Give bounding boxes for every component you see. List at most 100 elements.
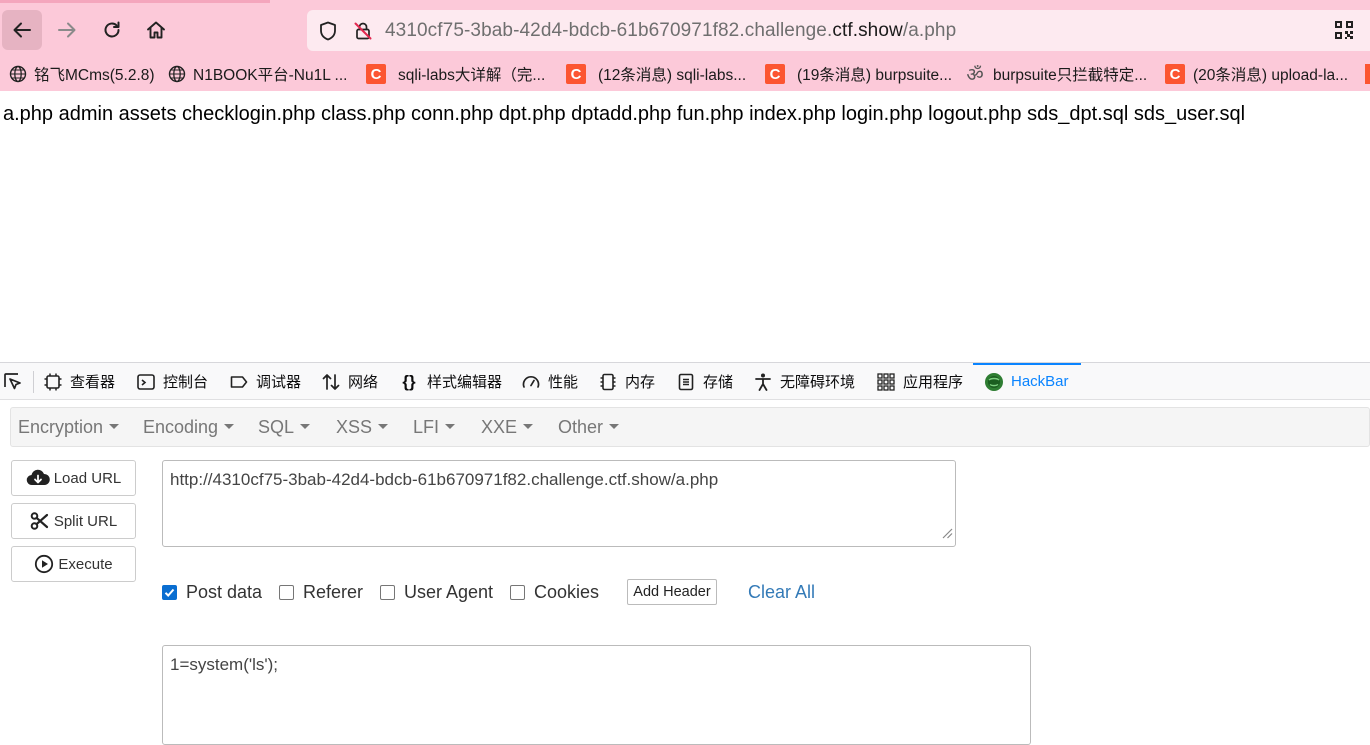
clear-all-link[interactable]: Clear All: [748, 582, 815, 603]
tab-label: 网络: [348, 374, 379, 391]
url-prefix: 4310cf75-3bab-42d4-bdcb-61b670971f82.cha…: [385, 20, 833, 41]
tab-storage[interactable]: 存储: [675, 363, 733, 400]
accessibility-icon: [752, 371, 774, 393]
referer-checkbox[interactable]: [279, 585, 294, 600]
post-data-value: 1=system('ls');: [170, 655, 279, 674]
bookmark-item[interactable]: C (12条消息) sqli-labs...: [566, 62, 746, 86]
cookies-option[interactable]: Cookies: [510, 582, 599, 603]
tab-strip-edge: [0, 0, 270, 3]
menu-xxe[interactable]: XXE: [481, 417, 534, 438]
bookmark-item[interactable]: C (20条消息) upload-la...: [1165, 62, 1348, 86]
om-icon: ॐ: [966, 65, 984, 86]
post-data-option[interactable]: Post data: [162, 582, 262, 603]
hackbar-menu: Encryption Encoding SQL XSS LFI XXE Othe…: [10, 407, 1370, 447]
bookmark-label: N1BOOK平台-Nu1L ...: [193, 67, 348, 84]
tab-style-editor[interactable]: {} 样式编辑器: [397, 363, 502, 400]
bookmarks-toolbar: 铭飞MCms(5.2.8) N1BOOK平台-Nu1L ... C sqli-l…: [0, 60, 1370, 88]
menu-label: LFI: [413, 417, 440, 437]
menu-label: XSS: [336, 417, 373, 437]
csdn-icon: C: [566, 64, 586, 84]
bookmark-item[interactable]: C (19条消息) burpsuite...: [765, 62, 952, 86]
url-path: /a.php: [902, 20, 957, 41]
bookmark-overflow[interactable]: [1365, 62, 1370, 86]
tab-memory[interactable]: 内存: [597, 363, 655, 400]
menu-label: Encoding: [143, 417, 219, 437]
qr-code-icon[interactable]: [1334, 20, 1354, 45]
inspector-icon: [42, 371, 64, 393]
tab-label: 存储: [703, 374, 734, 391]
bookmark-label: (19条消息) burpsuite...: [797, 67, 953, 84]
option-label: Post data: [186, 582, 263, 602]
back-button[interactable]: [2, 10, 42, 50]
button-label: Load URL: [53, 469, 122, 487]
bookmark-item[interactable]: C sqli-labs大详解（完...: [366, 62, 545, 86]
insecure-lock-icon[interactable]: [352, 20, 374, 47]
bookmark-label: 铭飞MCms(5.2.8): [34, 67, 155, 84]
arrow-right-icon: [58, 22, 76, 38]
memory-icon: [597, 371, 619, 393]
bookmark-item[interactable]: N1BOOK平台-Nu1L ...: [167, 62, 347, 86]
tab-network[interactable]: 网络: [320, 363, 378, 400]
tab-performance[interactable]: 性能: [520, 363, 578, 400]
post-data-textarea[interactable]: 1=system('ls');: [162, 645, 1031, 745]
menu-sql[interactable]: SQL: [258, 417, 311, 438]
scissors-icon: [30, 512, 50, 530]
element-picker-icon[interactable]: [2, 371, 24, 398]
shield-icon[interactable]: [317, 20, 339, 47]
load-url-button[interactable]: Load URL: [11, 460, 136, 496]
csdn-icon: C: [765, 64, 785, 84]
network-icon: [320, 371, 342, 393]
menu-encoding[interactable]: Encoding: [143, 417, 235, 438]
button-label: Split URL: [53, 512, 118, 530]
menu-label: SQL: [258, 417, 295, 437]
menu-other[interactable]: Other: [558, 417, 620, 438]
add-header-button[interactable]: Add Header: [627, 579, 717, 605]
tab-accessibility[interactable]: 无障碍环境: [752, 363, 855, 400]
cookies-checkbox[interactable]: [510, 585, 525, 600]
devtools-tab-bar: 查看器 控制台 调试器 网络 {} 样式编辑器 性能 内存 存储 无障碍环境 应…: [0, 363, 1370, 400]
tab-application[interactable]: 应用程序: [875, 363, 963, 400]
bookmark-item[interactable]: ॐ burpsuite只拦截特定...: [965, 62, 1147, 86]
tab-label: HackBar: [1011, 373, 1069, 390]
caret-down-icon: [609, 423, 620, 429]
url-text[interactable]: 4310cf75-3bab-42d4-bdcb-61b670971f82.cha…: [385, 20, 956, 42]
tab-debugger[interactable]: 调试器: [228, 363, 301, 400]
reload-button[interactable]: [92, 10, 132, 50]
style-editor-icon: {}: [402, 371, 416, 391]
menu-label: Encryption: [18, 417, 104, 437]
reload-icon: [104, 21, 120, 38]
user-agent-checkbox[interactable]: [380, 585, 395, 600]
tab-label: 查看器: [70, 374, 116, 391]
split-url-button[interactable]: Split URL: [11, 503, 136, 539]
tab-label: 控制台: [163, 374, 209, 391]
option-label: Cookies: [534, 582, 600, 602]
tab-hackbar[interactable]: HackBar: [973, 363, 1080, 400]
tab-label: 应用程序: [903, 374, 964, 391]
forward-button[interactable]: [47, 10, 87, 50]
page-output-text: a.php admin assets checklogin.php class.…: [3, 103, 1246, 125]
globe-icon: [167, 64, 187, 84]
url-textarea[interactable]: http://4310cf75-3bab-42d4-bdcb-61b670971…: [162, 460, 956, 547]
bookmark-item[interactable]: 铭飞MCms(5.2.8): [8, 62, 155, 86]
csdn-icon: C: [366, 64, 386, 84]
menu-lfi[interactable]: LFI: [413, 417, 456, 438]
execute-button[interactable]: Execute: [11, 546, 136, 582]
tab-inspector[interactable]: 查看器: [42, 363, 115, 400]
address-bar[interactable]: 4310cf75-3bab-42d4-bdcb-61b670971f82.cha…: [307, 10, 1370, 51]
resize-grip-icon[interactable]: [939, 524, 953, 544]
referer-option[interactable]: Referer: [279, 582, 363, 603]
menu-xss[interactable]: XSS: [336, 417, 389, 438]
caret-down-icon: [378, 423, 389, 429]
option-label: User Agent: [404, 582, 494, 602]
checkmark-icon: [164, 588, 175, 597]
globe-icon: [8, 64, 28, 84]
post-data-checkbox[interactable]: [162, 585, 177, 600]
debugger-icon: [228, 371, 250, 393]
caret-down-icon: [300, 423, 311, 429]
home-button[interactable]: [136, 10, 176, 50]
devtools-panel: 查看器 控制台 调试器 网络 {} 样式编辑器 性能 内存 存储 无障碍环境 应…: [0, 362, 1370, 745]
application-icon: [875, 371, 897, 393]
user-agent-option[interactable]: User Agent: [380, 582, 493, 603]
tab-console[interactable]: 控制台: [135, 363, 208, 400]
menu-encryption[interactable]: Encryption: [18, 417, 120, 438]
